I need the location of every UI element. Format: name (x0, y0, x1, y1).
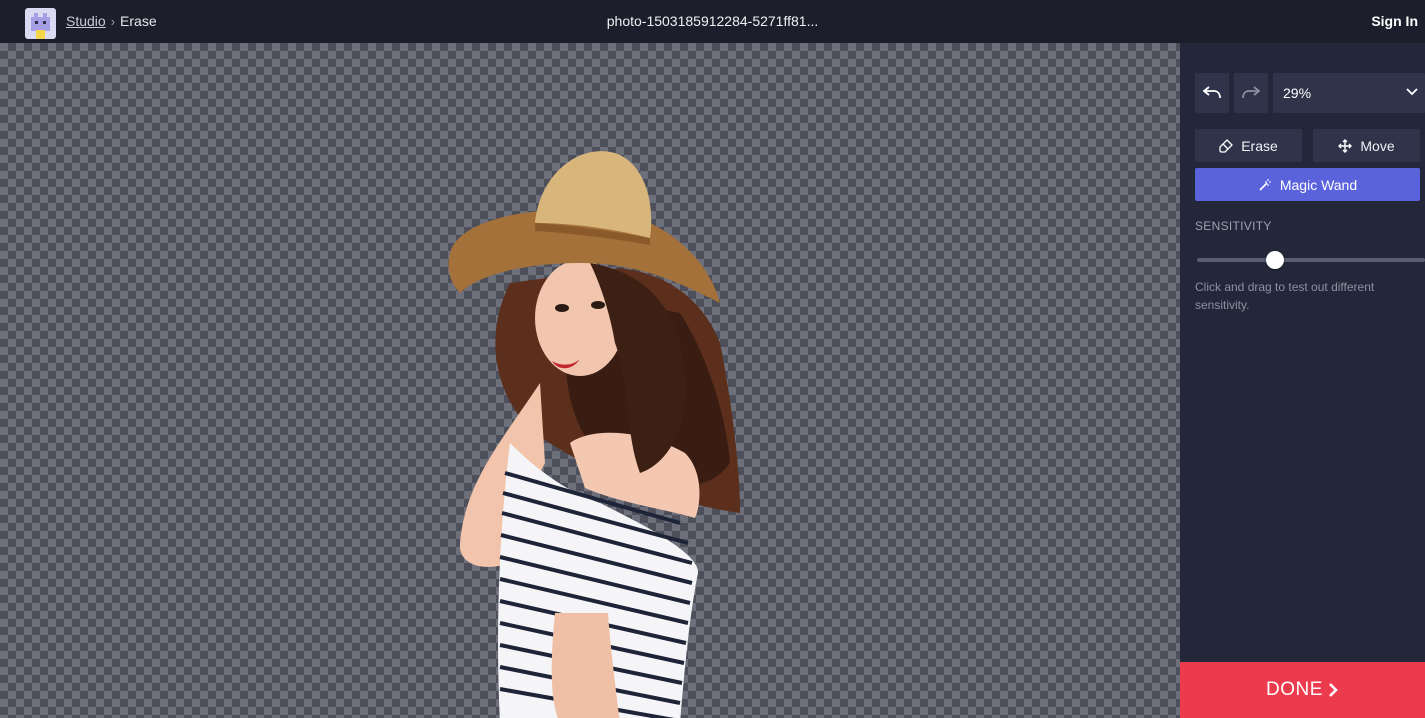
breadcrumb: Studio › Erase (66, 13, 157, 29)
app-logo[interactable] (25, 8, 56, 39)
sensitivity-slider[interactable] (1197, 251, 1425, 269)
magic-wand-icon (1259, 178, 1271, 191)
move-tool-label: Move (1360, 137, 1395, 154)
undo-icon (1203, 86, 1221, 99)
breadcrumb-separator: › (110, 13, 116, 29)
tool-panel: 29% Erase Move Magic Wand SENSITIVITY Cl… (1180, 43, 1425, 718)
breadcrumb-studio-link[interactable]: Studio (66, 13, 106, 29)
eraser-icon (1219, 138, 1234, 153)
top-bar: Studio › Erase photo-1503185912284-5271f… (0, 0, 1425, 43)
slider-track (1197, 258, 1425, 262)
breadcrumb-current: Erase (120, 13, 157, 29)
chevron-down-icon (1406, 88, 1418, 96)
erase-tool-button[interactable]: Erase (1195, 129, 1302, 162)
file-name: photo-1503185912284-5271ff81... (606, 13, 819, 29)
zoom-value: 29% (1283, 85, 1312, 101)
zoom-select[interactable]: 29% (1273, 73, 1425, 113)
sensitivity-hint: Click and drag to test out different sen… (1195, 280, 1375, 312)
editor-canvas[interactable] (0, 43, 1180, 718)
erase-tool-label: Erase (1241, 137, 1278, 154)
undo-button[interactable] (1195, 73, 1229, 113)
chevron-right-icon (1329, 683, 1338, 697)
sign-in-link[interactable]: Sign In (1371, 13, 1418, 29)
done-button[interactable]: DONE (1180, 662, 1425, 718)
redo-button[interactable] (1234, 73, 1268, 113)
magic-wand-tool-button[interactable]: Magic Wand (1195, 168, 1420, 201)
move-icon (1338, 138, 1353, 153)
move-tool-button[interactable]: Move (1313, 129, 1420, 162)
done-label: DONE (1266, 679, 1323, 700)
slider-thumb[interactable] (1266, 251, 1284, 269)
sensitivity-label: SENSITIVITY (1195, 219, 1272, 233)
subject-image (448, 151, 740, 718)
redo-icon (1242, 86, 1260, 99)
magic-wand-label: Magic Wand (1279, 176, 1358, 193)
